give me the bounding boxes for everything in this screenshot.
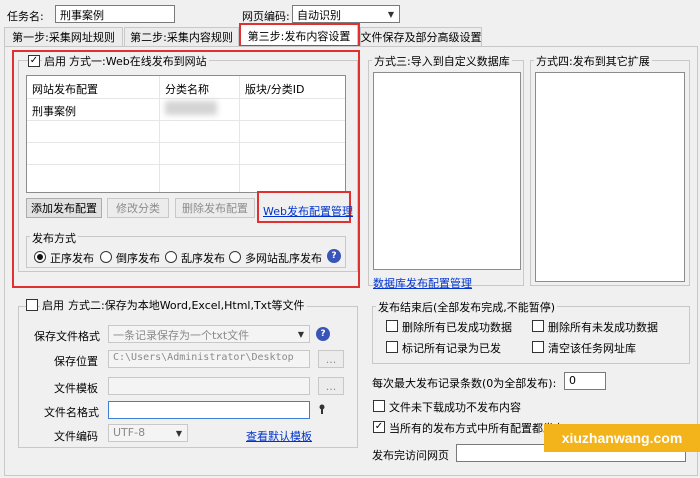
file-encoding-label: 文件编码 [54,430,98,443]
save-location-label: 保存位置 [54,355,98,368]
skip-failed-download-checkbox[interactable] [373,400,385,412]
all-methods-published-checkbox[interactable]: ✓ [373,421,385,433]
variable-marker-icon[interactable] [319,404,325,414]
method2-title: 方式二:保存为本地Word,Excel,Html,Txt等文件 [66,297,307,313]
tab-file-save-advanced[interactable]: 文件保存及部分高级设置 [360,27,482,46]
highlight-method1-box [12,50,360,288]
clear-url-library-label: 清空该任务网址库 [548,342,636,355]
chevron-down-icon: ▼ [387,9,395,19]
question-mark-icon[interactable]: ? [316,327,330,341]
file-template-input[interactable] [108,377,310,395]
browse-template-button[interactable]: ... [318,377,344,395]
delete-success-data-checkbox[interactable] [386,320,398,332]
file-template-label: 文件模板 [54,382,98,395]
tab-collect-content-rules[interactable]: 第二步:采集内容规则 [124,27,239,46]
tab-collect-url-rules[interactable]: 第一步:采集网址规则 [4,27,123,46]
encoding-select[interactable]: 自动识别 ▼ [292,5,400,23]
save-format-value: 一条记录保存为一个txt文件 [113,329,250,342]
after-publish-title: 发布结束后(全部发布完成,不能暂停) [376,299,558,315]
view-default-template-link[interactable]: 查看默认模板 [246,428,312,444]
save-location-input[interactable]: C:\Users\Administrator\Desktop [108,350,310,368]
skip-failed-download-label: 文件未下载成功不发布内容 [389,401,521,414]
chevron-down-icon: ▼ [297,329,305,339]
task-name-label: 任务名: [7,10,44,23]
save-format-label: 保存文件格式 [34,330,100,343]
browse-location-button[interactable]: ... [318,350,344,368]
mark-all-published-label: 标记所有记录为已发 [402,342,501,355]
save-format-select[interactable]: 一条记录保存为一个txt文件 ▼ [108,325,310,343]
site-watermark: xiuzhanwang.com [544,424,700,452]
task-name-input[interactable]: 刑事案例 [55,5,175,23]
clear-url-library-checkbox[interactable] [532,341,544,353]
file-encoding-select[interactable]: UTF-8 ▼ [108,424,188,442]
filename-format-label: 文件名格式 [44,406,99,419]
delete-success-data-label: 删除所有已发成功数据 [402,321,512,334]
all-methods-published-label: 当所有的发布方式中所有配置都发布 [389,422,565,435]
visit-after-publish-label: 发布完访问网页 [372,449,449,462]
method4-title: 方式四:发布到其它扩展 [534,53,652,69]
delete-failed-data-checkbox[interactable] [532,320,544,332]
delete-failed-data-label: 删除所有未发成功数据 [548,321,658,334]
max-records-label: 每次最大发布记录条数(0为全部发布): [372,377,557,390]
method2-enable-label: 启用 [40,297,66,313]
encoding-label: 网页编码: [242,10,290,23]
highlight-tab-box [239,23,360,47]
extension-list[interactable] [535,72,685,282]
method2-enable-checkbox[interactable] [26,299,38,311]
filename-format-input[interactable] [108,401,310,419]
max-records-input[interactable]: 0 [564,372,606,390]
file-encoding-value: UTF-8 [113,426,146,439]
database-publish-config-manage-link[interactable]: 数据库发布配置管理 [373,275,472,291]
custom-database-list[interactable] [373,72,521,270]
encoding-value: 自动识别 [297,9,341,22]
mark-all-published-checkbox[interactable] [386,341,398,353]
chevron-down-icon: ▼ [175,428,183,438]
method3-title: 方式三:导入到自定义数据库 [372,53,512,69]
